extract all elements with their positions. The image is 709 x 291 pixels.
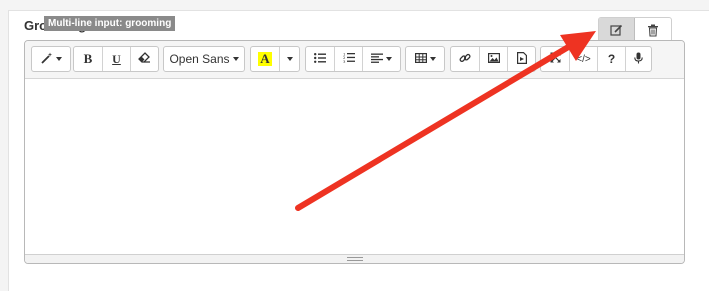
annotation-arrow <box>295 31 596 211</box>
